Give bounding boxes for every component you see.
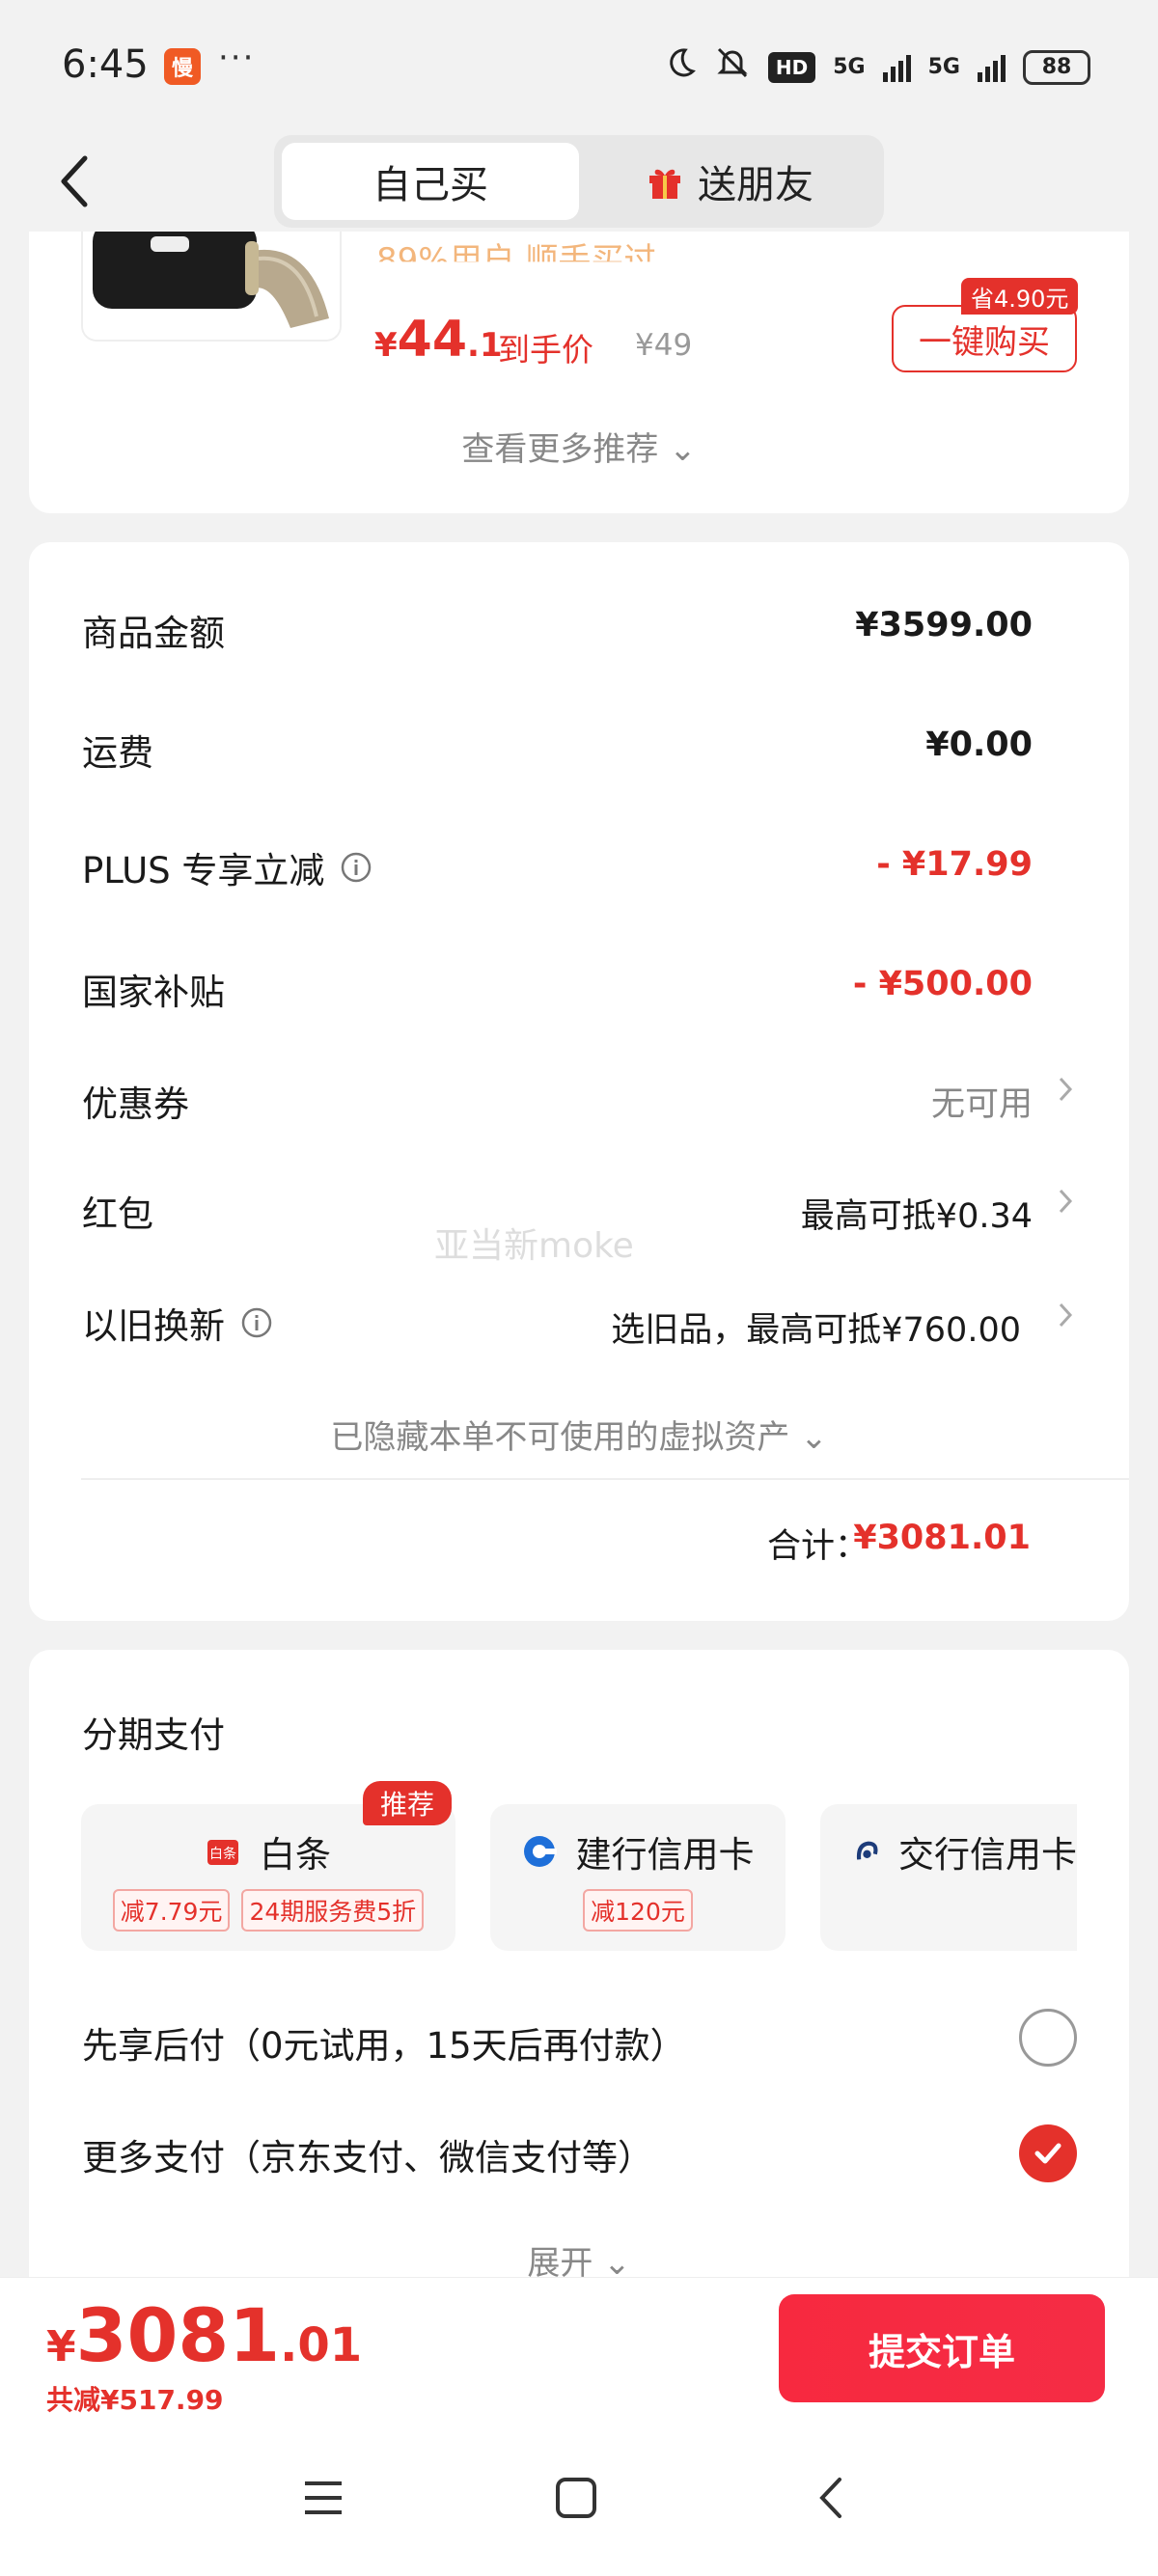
tab-gift-friend[interactable]: 送朋友 [583,143,876,220]
trade-in-row: 以旧换新 [82,1297,273,1349]
coupon-value[interactable]: 无可用 [931,1077,1033,1126]
ccb-name: 建行信用卡 [575,1834,755,1876]
tab-self-buy[interactable]: 自己买 [282,143,579,220]
bocom-name: 交行信用卡 [898,1834,1077,1876]
info-icon[interactable] [340,851,372,884]
plus-discount-value: - ¥17.99 [876,845,1033,884]
product-thumbnail[interactable] [81,232,342,342]
recommend-price-int: 44 [397,311,468,369]
recommend-price-label: 到手价 [498,331,593,369]
red-packet-label: 红包 [82,1193,153,1235]
national-subsidy-label: 国家补贴 [82,972,225,1013]
trade-in-label: 以旧换新 [82,1305,225,1347]
trade-in-value[interactable]: 选旧品，最高可抵¥760.00 [611,1302,1021,1352]
mute-bell-icon [714,44,751,90]
status-time: 6:45 [62,42,149,87]
chevron-right-icon[interactable] [1056,1299,1075,1340]
status-icons: HD 5G 5G 88 [664,44,1090,90]
app-notification-icon: 慢 [164,48,201,85]
pay-later-radio[interactable] [1019,2009,1077,2067]
more-payment-radio[interactable] [1019,2124,1077,2182]
gift-tab-label: 送朋友 [698,163,813,207]
watermark: 亚当新moke [434,1226,634,1266]
baitiao-option[interactable]: 白条 白条 减7.79元 24期服务费5折 [81,1804,455,1951]
shipping-label: 运费 [82,732,153,774]
checkout-price-yen: ¥ [46,2322,76,2371]
promo-tag: 减7.79元 [112,1889,231,1932]
goods-amount-value: ¥3599.00 [855,606,1033,644]
moon-icon [664,46,697,88]
recommend-original-price: ¥49 [635,328,693,363]
bocom-logo-icon [856,1841,878,1860]
goods-amount-label: 商品金额 [82,613,225,654]
signal-5g-label-2: 5G [927,55,960,79]
shipping-value: ¥0.00 [925,726,1033,764]
promo-tag: 24期服务费5折 [241,1889,425,1932]
info-icon[interactable] [240,1306,273,1339]
svg-text:白条: 白条 [209,1846,236,1862]
check-icon [1034,2143,1062,2164]
signal-bars-icon [882,53,911,82]
red-packet-value[interactable]: 最高可抵¥0.34 [801,1189,1033,1238]
baitiao-logo-icon: 白条 [207,1840,238,1865]
recommend-badge: 推荐 [363,1781,453,1825]
ccb-logo-icon [523,1836,557,1867]
ccb-credit-card-option[interactable]: 建行信用卡 减120元 [490,1804,786,1951]
one-click-buy-button[interactable]: 一键购买 [892,305,1077,372]
total-value: ¥3081.01 [853,1519,1031,1557]
more-recommendations-link[interactable]: 查看更多推荐 ⌄ [0,423,1158,470]
purchase-mode-switch: 自己买 送朋友 [274,135,884,228]
more-notifications-icon: ··· [218,39,256,77]
save-amount-badge: 省4.90元 [961,278,1079,315]
plus-discount-row: PLUS 专享立减 [82,841,372,893]
total-saved: 共减¥517.99 [46,2384,224,2416]
battery-icon: 88 [1023,49,1090,85]
national-subsidy-value: - ¥500.00 [852,965,1033,1003]
divider [81,1478,1129,1480]
chevron-right-icon[interactable] [1056,1185,1075,1226]
checkout-price-int: 3081 [75,2292,281,2378]
gift-icon [649,169,680,199]
more-payment-label: 更多支付（京东支付、微信支付等） [82,2137,653,2179]
baitiao-name: 白条 [260,1834,331,1876]
menu-icon[interactable] [301,2476,345,2524]
signal-5g-label: 5G [833,55,866,79]
bocom-credit-card-option[interactable]: 交行信用卡 [820,1804,1077,1951]
hd-badge: HD [767,51,816,83]
chevron-right-icon[interactable] [1056,1073,1075,1114]
coupon-label: 优惠券 [82,1083,189,1125]
recommend-price-yen: ¥ [374,326,398,365]
signal-bars-icon-2 [978,53,1006,82]
back-arrow-icon[interactable] [56,154,95,208]
recommend-price: ¥ 44 .1 [374,311,503,369]
checkout-price-dec: .01 [280,2318,363,2372]
submit-order-button[interactable]: 提交订单 [779,2294,1105,2402]
installment-title: 分期支付 [82,1714,225,1756]
hidden-assets-toggle[interactable]: 已隐藏本单不可使用的虚拟资产 ⌄ [0,1411,1158,1458]
back-icon[interactable] [813,2476,851,2524]
promo-tag: 减120元 [583,1889,693,1932]
checkout-price: ¥ 3081 .01 [46,2292,362,2378]
home-icon[interactable] [554,2476,598,2524]
plus-discount-label: PLUS 专享立减 [82,850,325,891]
pay-later-label: 先享后付（0元试用，15天后再付款） [82,2025,686,2067]
